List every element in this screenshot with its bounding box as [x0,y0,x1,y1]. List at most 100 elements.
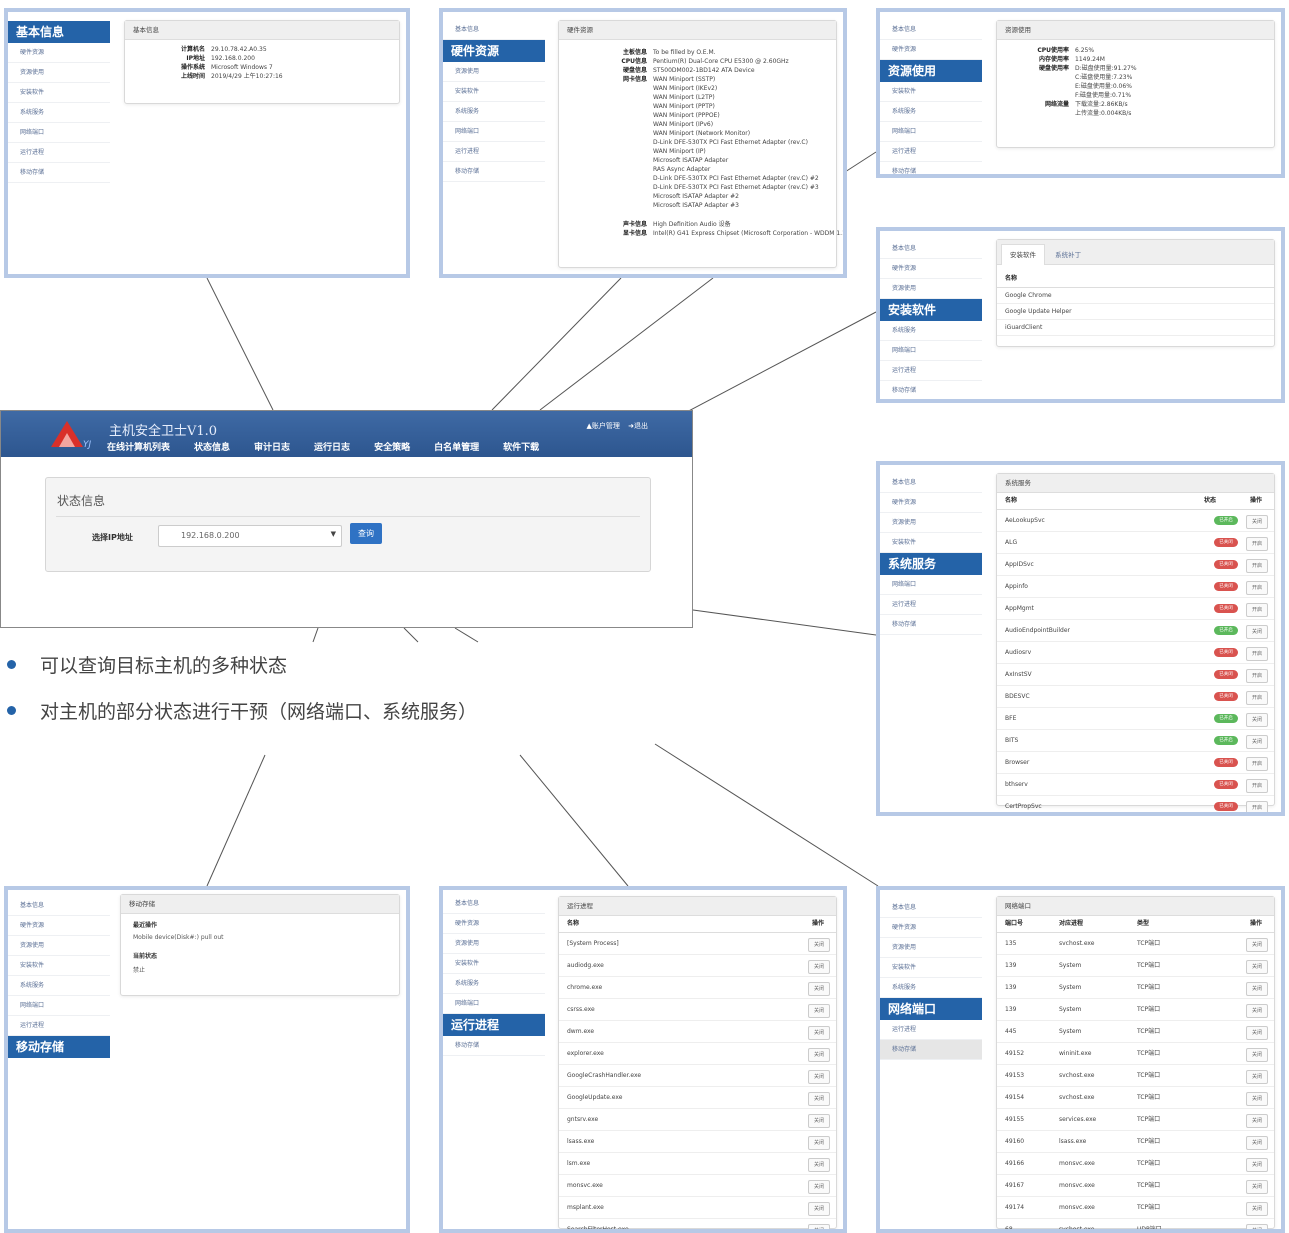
toggle-service-button[interactable]: 开启 [1246,647,1268,661]
software-row[interactable]: Google Update Helper [997,304,1274,320]
toggle-service-button[interactable]: 关闭 [1246,735,1268,749]
sidebar-item[interactable]: 资源使用 [8,936,110,956]
close-process-button[interactable]: 关闭 [808,938,830,952]
sidebar-item[interactable]: 运行进程 [880,142,982,162]
sidebar-item[interactable]: 网络端口 [8,996,110,1016]
sidebar-item[interactable]: 网络端口 [880,575,982,595]
sidebar-item[interactable]: 基本信息 [443,20,545,40]
sidebar-item[interactable]: 安装软件 [443,82,545,102]
sidebar-item-active[interactable]: 资源使用 [880,60,982,82]
sidebar-item[interactable]: 移动存储 [880,615,982,635]
close-process-button[interactable]: 关闭 [808,1180,830,1194]
sidebar-item[interactable]: 资源使用 [880,513,982,533]
sidebar-item-active[interactable]: 安装软件 [880,299,982,321]
close-port-button[interactable]: 关闭 [1246,1026,1268,1040]
close-port-button[interactable]: 关闭 [1246,1202,1268,1216]
sidebar-item[interactable]: 系统服务 [443,102,545,122]
sidebar-item[interactable]: 移动存储 [443,1036,545,1056]
sidebar-item[interactable]: 安装软件 [8,83,110,103]
close-port-button[interactable]: 关闭 [1246,1048,1268,1062]
close-port-button[interactable]: 关闭 [1246,938,1268,952]
sidebar-item[interactable]: 系统服务 [8,103,110,123]
nav-run-log[interactable]: 运行日志 [314,440,350,453]
query-button[interactable]: 查询 [350,523,382,544]
software-row[interactable]: Google Chrome [997,288,1274,304]
sidebar-item[interactable]: 移动存储 [880,162,982,174]
sidebar-item[interactable]: 移动存储 [880,381,982,399]
sidebar-item[interactable]: 移动存储 [443,162,545,182]
sidebar-item[interactable]: 运行进程 [8,143,110,163]
nav-whitelist[interactable]: 白名单管理 [434,440,479,453]
close-process-button[interactable]: 关闭 [808,982,830,996]
close-port-button[interactable]: 关闭 [1246,1070,1268,1084]
close-port-button[interactable]: 关闭 [1246,982,1268,996]
sidebar-item[interactable]: 基本信息 [880,898,982,918]
toggle-service-button[interactable]: 开启 [1246,669,1268,683]
sidebar-item[interactable]: 安装软件 [8,956,110,976]
toggle-service-button[interactable]: 开启 [1246,559,1268,573]
sidebar-item-active[interactable]: 移动存储 [8,1036,110,1058]
sidebar-item[interactable]: 资源使用 [443,62,545,82]
close-port-button[interactable]: 关闭 [1246,1136,1268,1150]
close-process-button[interactable]: 关闭 [808,1048,830,1062]
toggle-service-button[interactable]: 开启 [1246,779,1268,793]
sidebar-item[interactable]: 安装软件 [443,954,545,974]
software-row[interactable]: iGuardClient [997,320,1274,336]
sidebar-item[interactable]: 资源使用 [880,279,982,299]
sidebar-item[interactable]: 网络端口 [880,122,982,142]
close-port-button[interactable]: 关闭 [1246,1092,1268,1106]
close-process-button[interactable]: 关闭 [808,1202,830,1216]
sidebar-item[interactable]: 安装软件 [880,533,982,553]
toggle-service-button[interactable]: 开启 [1246,691,1268,705]
tab-patches[interactable]: 系统补丁 [1047,246,1089,264]
close-process-button[interactable]: 关闭 [808,1070,830,1084]
sidebar-item[interactable]: 硬件资源 [8,916,110,936]
sidebar-item[interactable]: 资源使用 [880,938,982,958]
sidebar-item[interactable]: 硬件资源 [880,493,982,513]
sidebar-item[interactable]: 基本信息 [880,239,982,259]
sidebar-item[interactable]: 系统服务 [8,976,110,996]
sidebar-item[interactable]: 系统服务 [880,102,982,122]
close-process-button[interactable]: 关闭 [808,1092,830,1106]
close-port-button[interactable]: 关闭 [1246,1114,1268,1128]
close-port-button[interactable]: 关闭 [1246,960,1268,974]
nav-policy[interactable]: 安全策略 [374,440,410,453]
sidebar-item-active[interactable]: 网络端口 [880,998,982,1020]
nav-audit-log[interactable]: 审计日志 [254,440,290,453]
sidebar-item-active[interactable]: 系统服务 [880,553,982,575]
toggle-service-button[interactable]: 开启 [1246,581,1268,595]
sidebar-item[interactable]: 网络端口 [880,341,982,361]
logout-link[interactable]: 退出 [634,422,648,430]
toggle-service-button[interactable]: 开启 [1246,537,1268,551]
sidebar-item[interactable]: 基本信息 [880,473,982,493]
nav-status[interactable]: 状态信息 [194,440,230,453]
sidebar-item[interactable]: 运行进程 [880,361,982,381]
ip-select[interactable]: 192.168.0.200 ▼ [158,525,342,547]
close-process-button[interactable]: 关闭 [808,1136,830,1150]
sidebar-item[interactable]: 安装软件 [880,958,982,978]
sidebar-item[interactable]: 移动存储 [880,1040,982,1060]
sidebar-item[interactable]: 硬件资源 [880,40,982,60]
sidebar-item[interactable]: 硬件资源 [880,918,982,938]
sidebar-item[interactable]: 系统服务 [880,321,982,341]
sidebar-item[interactable]: 安装软件 [880,82,982,102]
close-process-button[interactable]: 关闭 [808,1004,830,1018]
sidebar-item[interactable]: 运行进程 [880,1020,982,1040]
account-link[interactable]: 账户管理 [592,422,620,430]
toggle-service-button[interactable]: 开启 [1246,801,1268,812]
toggle-service-button[interactable]: 关闭 [1246,625,1268,639]
sidebar-item[interactable]: 基本信息 [8,896,110,916]
toggle-service-button[interactable]: 开启 [1246,603,1268,617]
sidebar-item[interactable]: 网络端口 [443,994,545,1014]
sidebar-item-active[interactable]: 运行进程 [443,1014,545,1036]
sidebar-item[interactable]: 基本信息 [443,894,545,914]
sidebar-item[interactable]: 网络端口 [8,123,110,143]
close-process-button[interactable]: 关闭 [808,1158,830,1172]
sidebar-item[interactable]: 硬件资源 [443,914,545,934]
sidebar-item[interactable]: 基本信息 [880,20,982,40]
sidebar-item[interactable]: 资源使用 [8,63,110,83]
tab-software[interactable]: 安装软件 [1001,244,1045,265]
close-port-button[interactable]: 关闭 [1246,1158,1268,1172]
close-process-button[interactable]: 关闭 [808,1224,830,1229]
sidebar-item[interactable]: 系统服务 [880,978,982,998]
